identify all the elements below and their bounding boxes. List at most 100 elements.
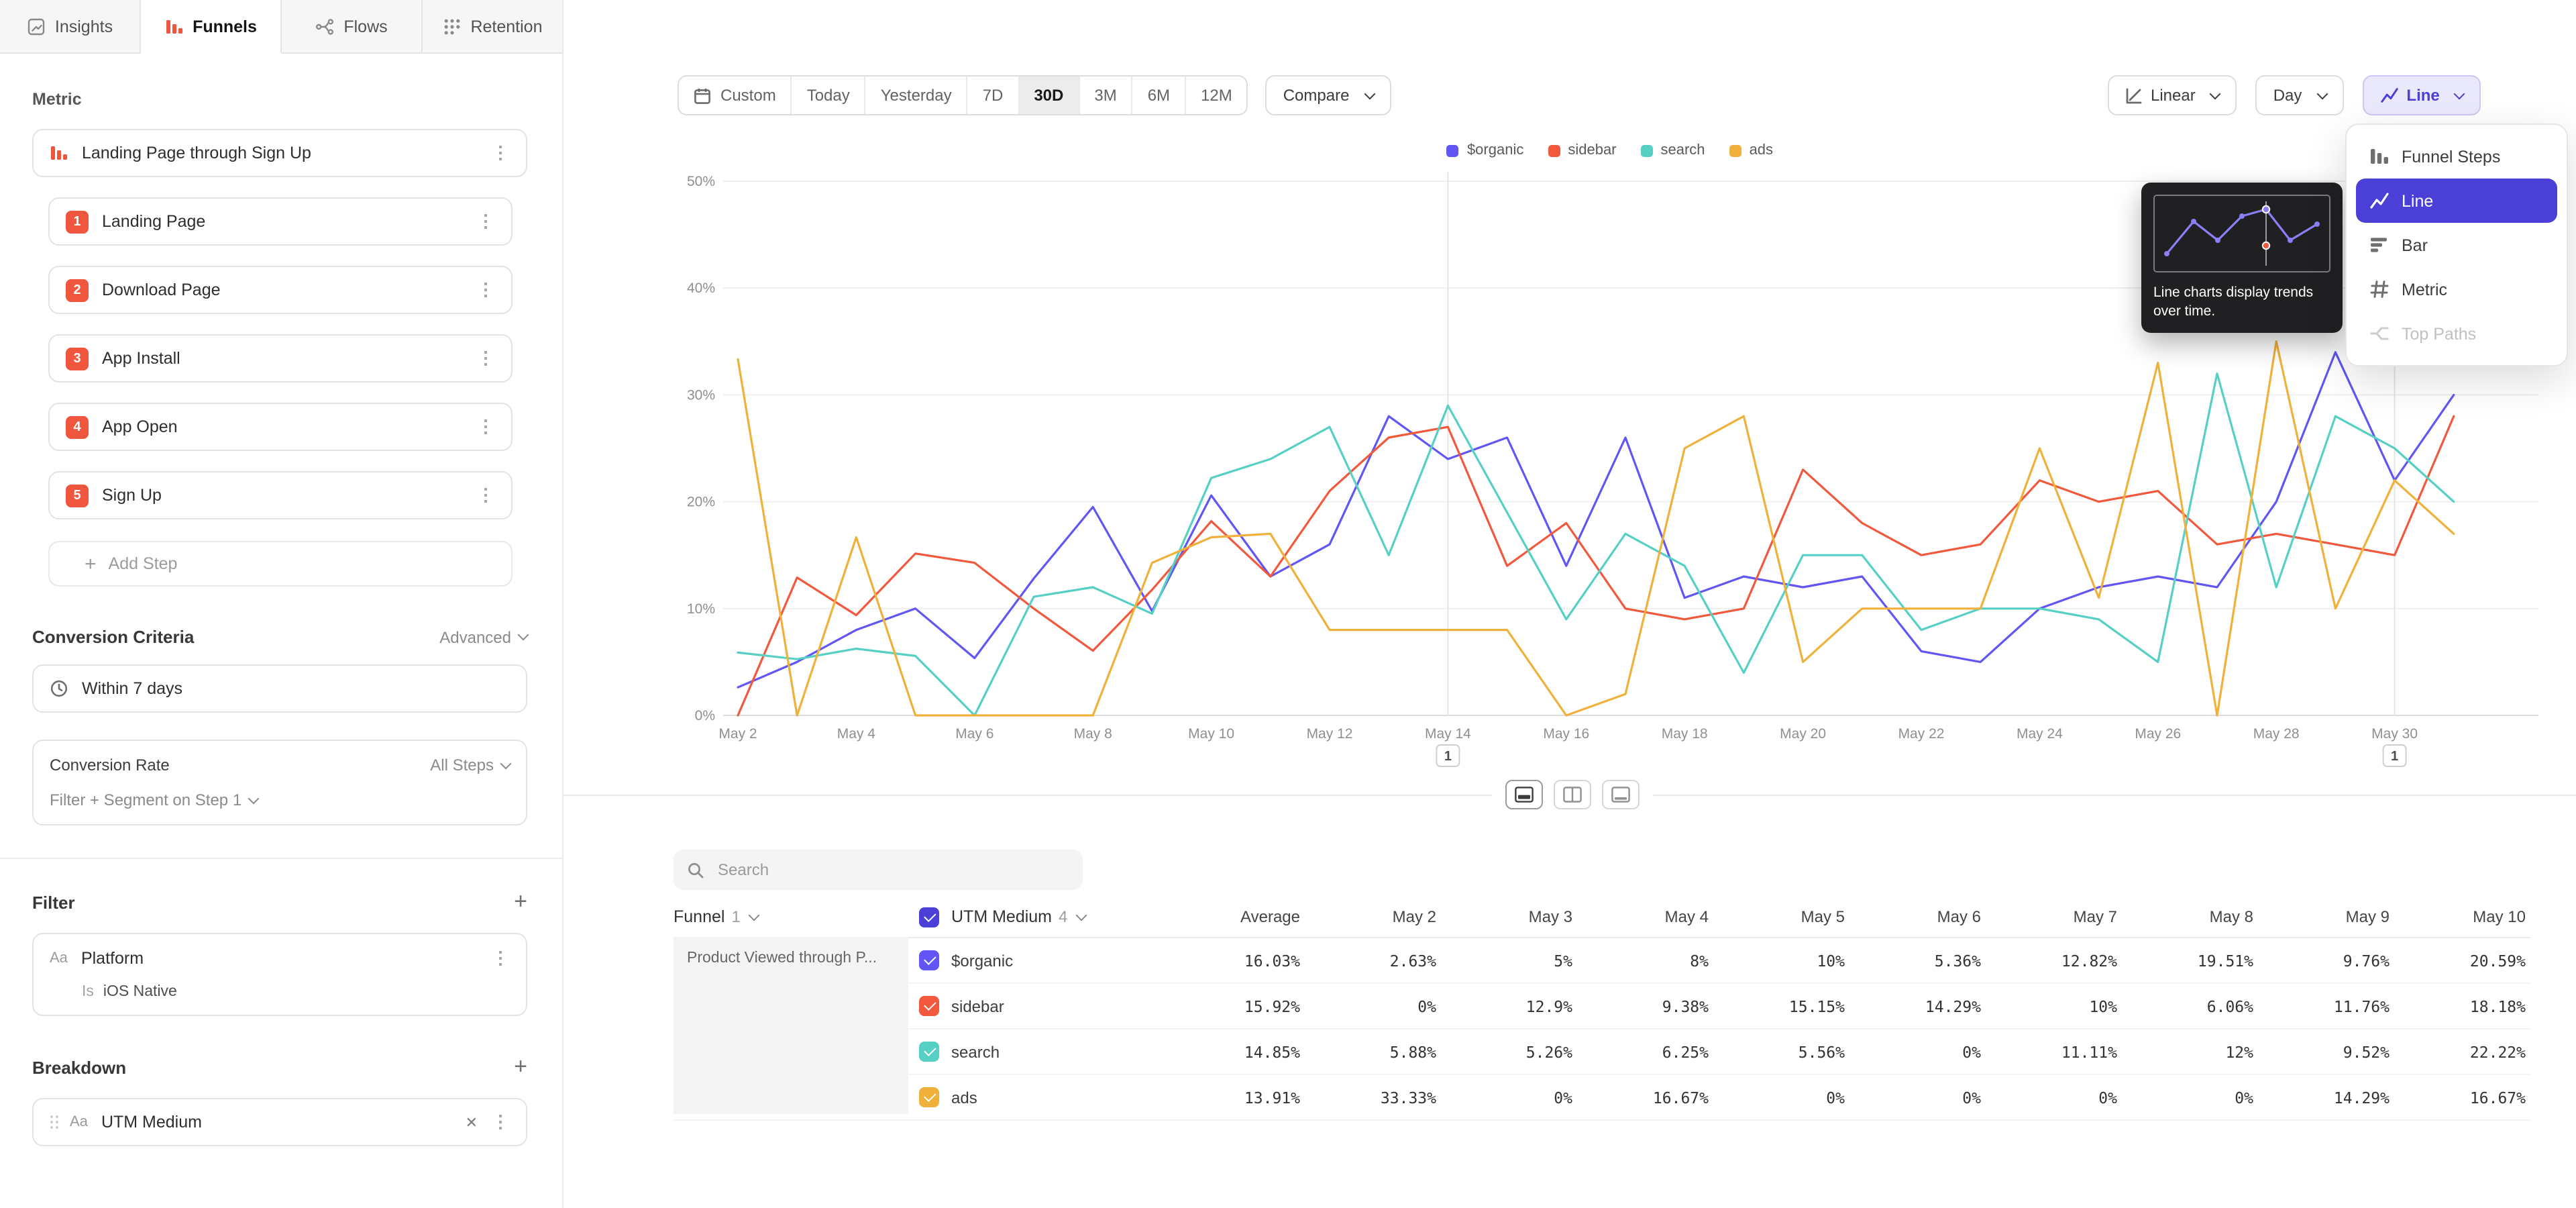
funnels-analytics-app: InsightsFunnelsFlowsRetention Metric Lan… [0, 0, 2576, 1208]
column-header-may-9[interactable]: May 9 [2253, 907, 2390, 926]
tab-insights[interactable]: Insights [0, 0, 141, 54]
column-header-may-3[interactable]: May 3 [1436, 907, 1572, 926]
drag-handle-icon[interactable] [50, 1114, 59, 1130]
scale-dropdown[interactable]: Linear [2108, 75, 2237, 115]
add-breakdown-button[interactable]: + [514, 1054, 527, 1080]
compare-button[interactable]: Compare [1266, 75, 1391, 115]
funnel-column-header[interactable]: Funnel 1 [674, 907, 919, 926]
funnel-cell[interactable]: Product Viewed through P... [674, 937, 908, 1114]
funnel-header-label: Funnel [674, 907, 724, 926]
funnel-metric-card[interactable]: Landing Page through Sign Up ⋮ [32, 129, 527, 177]
kebab-menu-icon[interactable]: ⋮ [476, 485, 495, 506]
filter-operator[interactable]: Is [82, 984, 94, 1000]
segment-cell: $organic [919, 950, 1143, 970]
breakdown-column-header[interactable]: UTM Medium 4 [919, 907, 1143, 927]
range-label: Yesterday [881, 86, 952, 105]
menu-item-funnel-steps[interactable]: Funnel Steps [2356, 134, 2557, 179]
kebab-menu-icon[interactable]: ⋮ [476, 416, 495, 438]
compare-label: Compare [1283, 86, 1350, 105]
filter-value[interactable]: iOS Native [103, 984, 177, 1000]
svg-text:May 28: May 28 [2253, 726, 2300, 742]
breakdown-table: Funnel 1 UTM Medium 4 AverageMay 2May 3M… [674, 897, 2530, 1121]
segment-label: ads [951, 1088, 977, 1107]
svg-text:50%: 50% [687, 174, 715, 189]
svg-text:May 2: May 2 [718, 726, 757, 742]
range-12m[interactable]: 12M [1185, 77, 1247, 114]
conversion-window[interactable]: Within 7 days [32, 664, 527, 713]
row-checkbox[interactable] [919, 950, 939, 970]
chart-type-dropdown[interactable]: Line [2362, 75, 2481, 115]
granularity-dropdown[interactable]: Day [2256, 75, 2344, 115]
kebab-menu-icon[interactable]: ⋮ [491, 1111, 510, 1133]
funnel-step-download-page[interactable]: 2Download Page⋮ [48, 266, 513, 314]
menu-item-metric[interactable]: Metric [2356, 267, 2557, 311]
column-header-may-4[interactable]: May 4 [1572, 907, 1709, 926]
tab-flows[interactable]: Flows [282, 0, 423, 54]
legend-swatch [1641, 144, 1653, 156]
add-filter-button[interactable]: + [514, 889, 527, 915]
all-steps-dropdown[interactable]: All Steps [430, 756, 510, 774]
menu-item-bar[interactable]: Bar [2356, 223, 2557, 267]
legend-item-ads[interactable]: ads [1729, 142, 1774, 158]
tab-retention[interactable]: Retention [423, 0, 562, 54]
table-only-view-toggle[interactable] [1602, 780, 1640, 809]
step-label: Landing Page [102, 212, 476, 231]
breakdown-header-count: 4 [1059, 907, 1067, 926]
kebab-menu-icon[interactable]: ⋮ [491, 948, 510, 969]
row-checkbox[interactable] [919, 1087, 939, 1107]
kebab-menu-icon[interactable]: ⋮ [491, 142, 510, 164]
funnels-icon [164, 17, 183, 36]
advanced-dropdown[interactable]: Advanced [439, 627, 527, 646]
column-header-average[interactable]: Average [1143, 907, 1300, 926]
row-checkbox[interactable] [919, 996, 939, 1016]
legend-item-search[interactable]: search [1641, 142, 1705, 158]
kebab-menu-icon[interactable]: ⋮ [476, 279, 495, 301]
search-input[interactable] [715, 859, 1069, 880]
svg-text:May 16: May 16 [1543, 726, 1589, 742]
svg-text:May 14: May 14 [1425, 726, 1471, 742]
annotation-badge[interactable]: 1 [2383, 745, 2406, 766]
column-header-may-7[interactable]: May 7 [1981, 907, 2117, 926]
range-today[interactable]: Today [791, 77, 865, 114]
side-by-side-view-toggle[interactable] [1554, 780, 1591, 809]
filter-property-name[interactable]: Platform [81, 949, 491, 968]
column-header-may-2[interactable]: May 2 [1300, 907, 1436, 926]
legend-item-sidebar[interactable]: sidebar [1548, 142, 1616, 158]
column-header-may-8[interactable]: May 8 [2117, 907, 2253, 926]
range-30d[interactable]: 30D [1018, 77, 1078, 114]
column-header-may-6[interactable]: May 6 [1845, 907, 1981, 926]
segment-cell: search [919, 1042, 1143, 1062]
menu-item-line[interactable]: Line [2356, 179, 2557, 223]
range-yesterday[interactable]: Yesterday [865, 77, 967, 114]
range-3m[interactable]: 3M [1078, 77, 1131, 114]
funnel-step-landing-page[interactable]: 1Landing Page⋮ [48, 197, 513, 246]
value-cell: 22.22% [2390, 1042, 2526, 1061]
annotation-badge[interactable]: 1 [1436, 745, 1459, 766]
row-checkbox[interactable] [919, 1042, 939, 1062]
kebab-menu-icon[interactable]: ⋮ [476, 211, 495, 232]
remove-breakdown-icon[interactable]: ✕ [466, 1113, 478, 1131]
value-cell: 20.59% [2390, 951, 2526, 970]
value-cell: 11.11% [1981, 1042, 2117, 1061]
legend-item--organic[interactable]: $organic [1447, 142, 1523, 158]
add-step-button[interactable]: + Add Step [48, 541, 513, 587]
value-cell: 6.06% [2117, 997, 2253, 1015]
select-all-checkbox[interactable] [919, 907, 939, 927]
funnel-step-app-open[interactable]: 4App Open⋮ [48, 403, 513, 451]
table-body: $organic16.03%2.63%5%8%10%5.36%12.82%19.… [674, 938, 2530, 1121]
table-row--organic: $organic16.03%2.63%5%8%10%5.36%12.82%19.… [674, 938, 2530, 984]
column-header-may-10[interactable]: May 10 [2390, 907, 2526, 926]
breakdown-card: Aa UTM Medium ✕ ⋮ [32, 1098, 527, 1146]
split-view-toggle[interactable] [1505, 780, 1543, 809]
range-custom[interactable]: Custom [679, 77, 791, 114]
range-7d[interactable]: 7D [967, 77, 1018, 114]
range-6m[interactable]: 6M [1132, 77, 1185, 114]
breakdown-property-name[interactable]: UTM Medium [101, 1113, 455, 1131]
chart-legend: $organic sidebar search ads [664, 142, 2556, 158]
tab-funnels[interactable]: Funnels [141, 0, 282, 54]
column-header-may-5[interactable]: May 5 [1709, 907, 1845, 926]
filter-segment-dropdown[interactable]: Filter + Segment on Step 1 [50, 791, 258, 809]
kebab-menu-icon[interactable]: ⋮ [476, 348, 495, 369]
funnel-step-sign-up[interactable]: 5Sign Up⋮ [48, 471, 513, 519]
funnel-step-app-install[interactable]: 3App Install⋮ [48, 334, 513, 383]
